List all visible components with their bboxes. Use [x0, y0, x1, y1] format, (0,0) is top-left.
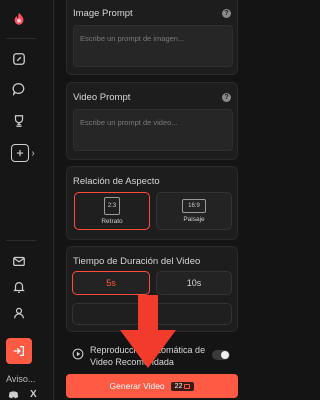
- help-icon[interactable]: ?: [222, 9, 231, 18]
- image-prompt-title: Image Prompt: [73, 8, 133, 19]
- chevron-right-icon: ›: [31, 147, 35, 159]
- autoplay-label: Reproducción Automática de Video Recomen…: [90, 345, 206, 367]
- portrait-ratio-icon: 2:3: [104, 197, 120, 215]
- logout-button[interactable]: [6, 338, 32, 364]
- autoplay-toggle[interactable]: [212, 350, 230, 360]
- credit-cost-value: 22: [174, 382, 183, 390]
- user-icon[interactable]: [8, 302, 30, 324]
- play-circle-icon: [72, 348, 84, 360]
- aspect-option-label: Retrato: [101, 218, 123, 225]
- aspect-option-label: Paisaje: [183, 216, 205, 223]
- help-icon[interactable]: ?: [222, 93, 231, 102]
- credit-cost-badge: 22: [170, 381, 195, 391]
- video-prompt-card: Video Prompt ? Escribe un prompt de vide…: [66, 82, 238, 160]
- sidebar-divider: [6, 240, 36, 241]
- aspect-option-landscape[interactable]: 16:9 Paisaje: [156, 192, 232, 230]
- video-prompt-input[interactable]: Escribe un prompt de video...: [73, 109, 233, 151]
- duration-option-5s[interactable]: 5s: [72, 271, 150, 295]
- duration-title: Tiempo de Duración del Video: [73, 256, 201, 267]
- plus-square-icon: [11, 144, 30, 162]
- mail-icon[interactable]: [8, 250, 30, 272]
- aviso-link[interactable]: Aviso...: [6, 374, 35, 384]
- video-generator-panel: Image Prompt ? Escribe un prompt de imag…: [66, 0, 238, 400]
- chat-icon[interactable]: [8, 78, 30, 100]
- image-prompt-input[interactable]: Escribe un prompt de imagen...: [73, 25, 233, 67]
- sidebar-divider: [6, 38, 36, 39]
- credit-icon: [184, 383, 191, 389]
- video-prompt-title: Video Prompt: [73, 92, 131, 103]
- trophy-icon[interactable]: [8, 110, 30, 132]
- aspect-ratio-title: Relación de Aspecto: [73, 176, 160, 187]
- bell-icon[interactable]: [8, 276, 30, 298]
- duration-option-10s[interactable]: 10s: [156, 271, 232, 295]
- duration-custom-field[interactable]: [72, 303, 232, 325]
- logout-icon: [13, 345, 25, 357]
- create-menu-button[interactable]: ›: [8, 142, 38, 164]
- aspect-option-portrait[interactable]: 2:3 Retrato: [74, 192, 150, 230]
- landscape-ratio-icon: 16:9: [182, 199, 206, 213]
- generate-video-label: Generar Video: [109, 381, 165, 391]
- image-prompt-card: Image Prompt ? Escribe un prompt de imag…: [66, 0, 238, 75]
- discord-icon[interactable]: [8, 391, 19, 400]
- flame-logo-icon[interactable]: [8, 8, 30, 30]
- generate-video-button[interactable]: Generar Video 22: [66, 374, 238, 398]
- edit-icon[interactable]: [8, 48, 30, 70]
- sidebar: › Aviso... X: [0, 0, 54, 400]
- toggle-knob: [221, 351, 229, 359]
- x-icon[interactable]: X: [30, 389, 37, 400]
